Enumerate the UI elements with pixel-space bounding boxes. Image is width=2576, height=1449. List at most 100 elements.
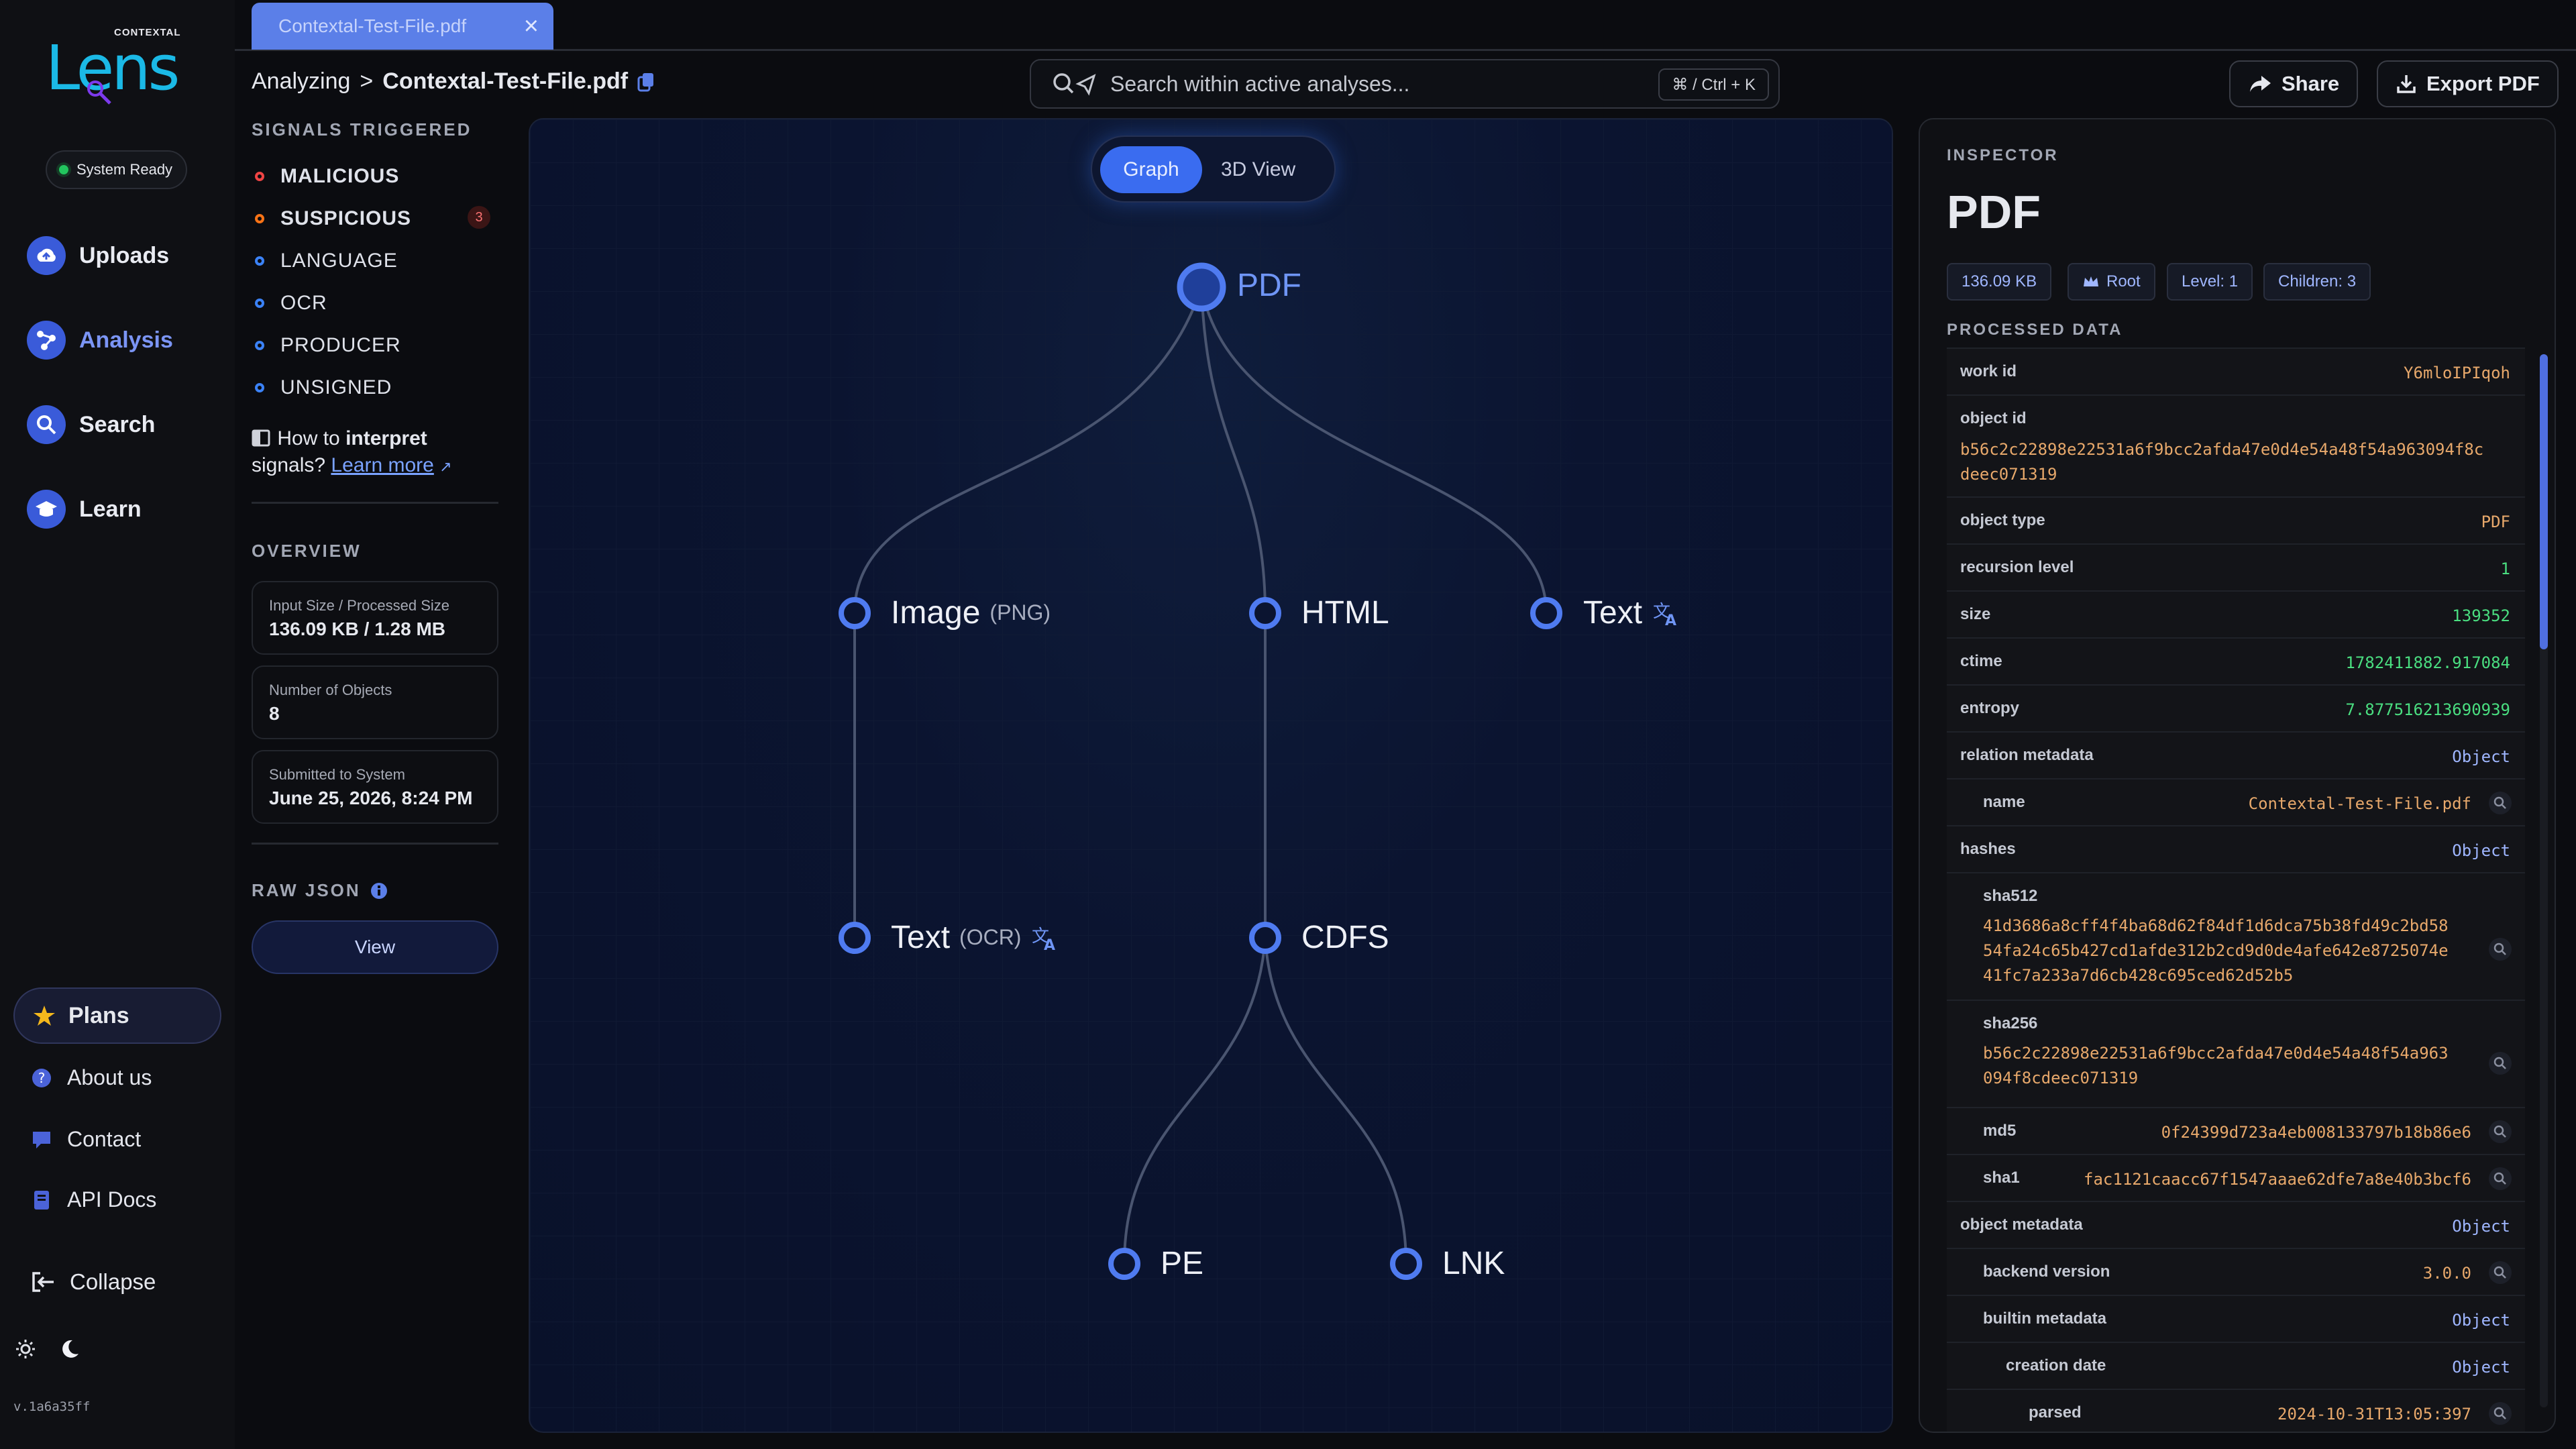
- row-value-line1: 41d3686a8cff4f4ba68d62f84df1d6dca75b38fd…: [1983, 916, 2449, 935]
- node-image-label[interactable]: Image (PNG): [891, 594, 1051, 631]
- signal-ocr[interactable]: OCR: [255, 292, 327, 315]
- card-label: Number of Objects: [269, 682, 392, 698]
- row-md5: md5 0f24399d723a4eb008133797b18b86e6: [1947, 1107, 2525, 1154]
- signal-dot-icon: [255, 341, 264, 350]
- node-label: CDFS: [1301, 920, 1389, 955]
- row-builtin-metadata[interactable]: builtin metadata Object: [1947, 1295, 2525, 1342]
- collapse-label: Collapse: [70, 1269, 156, 1294]
- search-value-icon[interactable]: [2489, 1052, 2512, 1075]
- search-bar[interactable]: Search within active analyses... ⌘ / Ctr…: [1030, 59, 1780, 109]
- row-value: Object: [2452, 1311, 2510, 1330]
- breadcrumb-current: Contextal-Test-File.pdf: [382, 68, 629, 94]
- node-label: PE: [1161, 1246, 1204, 1281]
- inspector-scrollbar[interactable]: [2540, 354, 2548, 1407]
- signal-producer[interactable]: PRODUCER: [255, 334, 401, 357]
- row-relation-metadata[interactable]: relation metadata Object: [1947, 731, 2525, 778]
- export-pdf-button[interactable]: Export PDF: [2377, 60, 2559, 107]
- toggle-3d-view-button[interactable]: 3D View: [1221, 146, 1295, 193]
- signal-language[interactable]: LANGUAGE: [255, 250, 398, 272]
- node-html-circle: [1249, 597, 1281, 629]
- node-pdf-label[interactable]: PDF: [1237, 267, 1301, 304]
- node-cdfs-label[interactable]: CDFS: [1301, 919, 1389, 956]
- row-parsed: parsed 2024-10-31T13:05:397: [1947, 1389, 2525, 1432]
- nav-learn[interactable]: Learn: [27, 490, 142, 529]
- scrollbar-thumb[interactable]: [2540, 354, 2548, 649]
- signal-unsigned[interactable]: UNSIGNED: [255, 376, 392, 399]
- row-key: object type: [1960, 511, 2045, 529]
- node-text-label[interactable]: Text 文A: [1583, 594, 1681, 631]
- node-pe-label[interactable]: PE: [1161, 1245, 1203, 1282]
- interpret-signals-help: How to interpret signals? Learn more ↗: [252, 425, 452, 480]
- row-key: hashes: [1960, 840, 2016, 858]
- search-value-icon[interactable]: [2489, 938, 2512, 961]
- learn-more-link[interactable]: Learn more: [331, 454, 433, 476]
- signal-suspicious[interactable]: SUSPICIOUS: [255, 207, 411, 230]
- row-key: recursion level: [1960, 558, 2074, 576]
- download-icon: [2397, 75, 2416, 93]
- search-value-icon[interactable]: [2489, 1120, 2512, 1143]
- raw-json-label: RAW JSON: [252, 880, 361, 900]
- tab-contextal-test-file[interactable]: Contextal-Test-File.pdf ×: [252, 3, 553, 50]
- chip-children: Children: 3: [2263, 263, 2371, 301]
- nav-search[interactable]: Search: [27, 405, 155, 444]
- tab-label: Contextal-Test-File.pdf: [278, 15, 467, 36]
- search-icon: [27, 405, 66, 444]
- nav-about-us[interactable]: ? About us: [31, 1065, 152, 1090]
- theme-switcher: [15, 1338, 80, 1360]
- search-value-icon[interactable]: [2489, 1402, 2512, 1425]
- signal-label: OCR: [280, 292, 327, 314]
- info-icon[interactable]: [370, 882, 388, 900]
- chip-children-label: Children: 3: [2278, 272, 2357, 290]
- chip-level: Level: 1: [2167, 263, 2253, 301]
- row-object-id: object id b56c2c22898e22531a6f9bcc2afda4…: [1947, 394, 2525, 496]
- toggle-graph-button[interactable]: Graph: [1100, 146, 1202, 193]
- row-value-line2: 54fa24c65b427cd1afde312b2cd9d0de4afe642e…: [1983, 941, 2449, 960]
- howto-prefix: How to: [277, 427, 346, 449]
- translate-icon: 文A: [1653, 602, 1676, 627]
- breadcrumb-parent[interactable]: Analyzing: [252, 68, 350, 95]
- row-name: name Contextal-Test-File.pdf: [1947, 778, 2525, 825]
- node-html-label[interactable]: HTML: [1301, 594, 1389, 631]
- search-value-icon[interactable]: [2489, 1167, 2512, 1190]
- card-value: 8: [269, 703, 280, 724]
- node-lnk-label[interactable]: LNK: [1442, 1245, 1505, 1282]
- contact-label: Contact: [67, 1127, 142, 1151]
- graph-canvas[interactable]: Graph 3D View PDF Image (PNG) HTML Text …: [529, 118, 1893, 1433]
- graph-edges: [530, 119, 1892, 1432]
- search-value-icon[interactable]: [2489, 792, 2512, 814]
- row-value: Y6mloIPIqoh: [2404, 364, 2510, 382]
- search-value-icon[interactable]: [2489, 1261, 2512, 1284]
- row-value: 139352: [2452, 606, 2510, 625]
- node-text-ocr-label[interactable]: Text (OCR) 文A: [891, 919, 1060, 956]
- sun-icon[interactable]: [15, 1338, 36, 1360]
- row-value: 3.0.0: [2422, 1264, 2471, 1283]
- share-button[interactable]: Share: [2229, 60, 2359, 107]
- collapse-button[interactable]: Collapse: [31, 1269, 156, 1295]
- nav-api-docs[interactable]: API Docs: [31, 1187, 156, 1212]
- moon-icon[interactable]: [58, 1338, 80, 1360]
- row-hashes[interactable]: hashes Object: [1947, 825, 2525, 872]
- system-status-label: System Ready: [76, 161, 173, 178]
- nav-contact[interactable]: Contact: [31, 1127, 141, 1152]
- chat-bubble-icon: [33, 1131, 50, 1148]
- plans-button[interactable]: Plans: [13, 987, 221, 1044]
- row-object-metadata[interactable]: object metadata Object: [1947, 1201, 2525, 1248]
- nav-uploads[interactable]: Uploads: [27, 236, 169, 275]
- contextal-lens-logo[interactable]: CONTEXTAL Lens: [46, 20, 193, 114]
- book-icon: [34, 1190, 49, 1210]
- nav-analysis[interactable]: Analysis: [27, 321, 173, 360]
- row-key: object metadata: [1960, 1216, 2083, 1234]
- signal-malicious[interactable]: MALICIOUS: [255, 165, 399, 188]
- row-key: backend version: [1983, 1263, 2110, 1281]
- search-input[interactable]: Search within active analyses...: [1110, 72, 1409, 97]
- card-label: Input Size / Processed Size: [269, 597, 450, 614]
- view-raw-json-button[interactable]: View: [252, 920, 498, 974]
- row-value: 0f24399d723a4eb008133797b18b86e6: [2161, 1123, 2471, 1142]
- row-key: creation date: [2006, 1356, 2106, 1375]
- overview-card-submitted: Submitted to System June 25, 2026, 8:24 …: [252, 750, 498, 824]
- tab-close-icon[interactable]: ×: [524, 12, 539, 41]
- row-creation-date[interactable]: creation date Object: [1947, 1342, 2525, 1389]
- card-label: Submitted to System: [269, 766, 405, 783]
- signal-count-badge: 3: [468, 206, 490, 229]
- copy-icon[interactable]: [637, 72, 655, 92]
